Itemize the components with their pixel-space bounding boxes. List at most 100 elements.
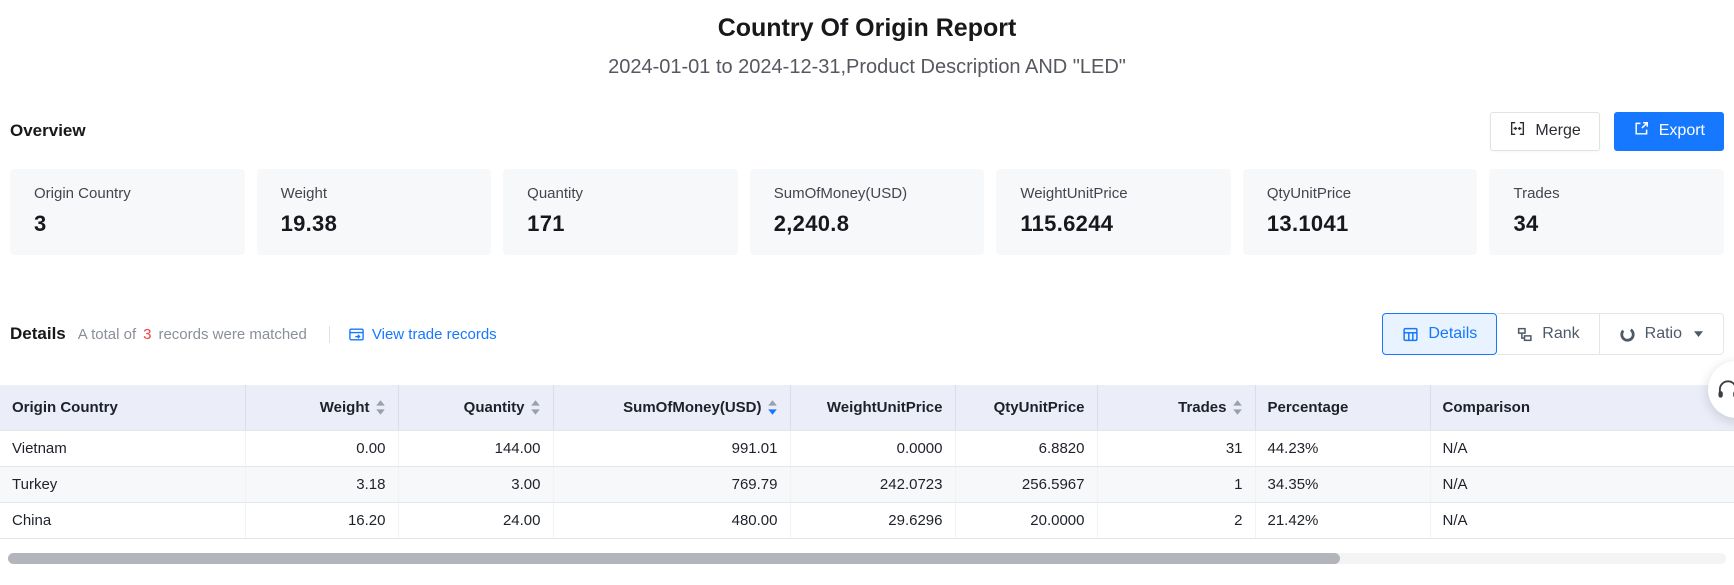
trade-records-icon [348,326,365,343]
cell-sumofmoney-usd: 480.00 [553,502,790,538]
card-label: Weight [281,185,468,202]
page-title: Country Of Origin Report [0,0,1734,43]
column-label: Trades [1178,399,1226,416]
records-count: 3 [143,326,151,343]
column-label: SumOfMoney(USD) [623,399,761,416]
card-value: 34 [1513,211,1700,237]
cell-sumofmoney-usd: 769.79 [553,466,790,502]
records-total-suffix: records were matched [158,326,306,343]
table-row-china: China16.2024.00480.0029.629620.0000221.4… [0,502,1734,538]
cell-trades: 31 [1097,430,1255,466]
column-label: Weight [320,399,370,416]
cell-comparison: N/A [1430,502,1734,538]
scrollbar-thumb[interactable] [8,553,1340,564]
overview-card-weightunitprice: WeightUnitPrice115.6244 [996,169,1231,255]
card-label: SumOfMoney(USD) [774,185,961,202]
column-label: Quantity [464,399,525,416]
cell-weightunitprice: 29.6296 [790,502,955,538]
card-value: 13.1041 [1267,211,1454,237]
overview-card-quantity: Quantity 171 [503,169,738,255]
column-header-trades[interactable]: Trades [1097,385,1255,430]
cell-percentage: 21.42% [1255,502,1430,538]
details-summary: Details A total of 3 records were matche… [10,324,497,344]
card-value: 2,240.8 [774,211,961,237]
overview-bar: Overview Merge Export [10,109,1724,153]
cell-percentage: 44.23% [1255,430,1430,466]
overview-card-trades: Trades 34 [1489,169,1724,255]
details-heading: Details [10,324,66,344]
sort-icon[interactable] [375,399,386,416]
column-label: Origin Country [12,399,118,416]
view-trade-records-label: View trade records [372,326,497,343]
cell-weight: 0.00 [245,430,398,466]
view-tab-details[interactable]: Details [1382,313,1497,355]
card-label: Trades [1513,185,1700,202]
overview-card-origin-country: Origin Country3 [10,169,245,255]
column-label: QtyUnitPrice [994,399,1085,416]
cell-quantity: 3.00 [398,466,553,502]
column-header-sumofmoney-usd[interactable]: SumOfMoney(USD) [553,385,790,430]
ratio-donut-icon [1619,326,1636,343]
cell-sumofmoney-usd: 991.01 [553,430,790,466]
card-value: 19.38 [281,211,468,237]
chevron-down-icon [1691,330,1704,338]
export-button-label: Export [1659,122,1705,140]
tab-label: Details [1428,325,1477,343]
card-label: Quantity [527,185,714,202]
table-row-turkey: Turkey3.183.00769.79242.0723256.5967134.… [0,466,1734,502]
column-header-quantity[interactable]: Quantity [398,385,553,430]
sort-icon[interactable] [767,399,778,416]
horizontal-scrollbar[interactable] [8,553,1726,564]
cell-trades: 1 [1097,466,1255,502]
sort-icon[interactable] [1232,399,1243,416]
cell-comparison: N/A [1430,466,1734,502]
column-label: WeightUnitPrice [827,399,943,416]
view-tab-rank[interactable]: Rank [1497,313,1599,355]
sort-icon[interactable] [530,399,541,416]
column-header-percentage: Percentage [1255,385,1430,430]
export-button[interactable]: Export [1614,112,1724,151]
card-label: QtyUnitPrice [1267,185,1454,202]
overview-card-sumofmoney-usd: SumOfMoney(USD) 2,240.8 [750,169,985,255]
merge-button[interactable]: Merge [1490,112,1599,151]
cell-weight: 16.20 [245,502,398,538]
view-tab-ratio[interactable]: Ratio [1600,313,1724,355]
cell-comparison: N/A [1430,430,1734,466]
column-label: Percentage [1268,399,1349,416]
report-subtitle: 2024-01-01 to 2024-12-31,Product Descrip… [0,56,1734,79]
table-row-vietnam: Vietnam0.00144.00991.010.00006.88203144.… [0,430,1734,466]
column-header-weightunitprice: WeightUnitPrice [790,385,955,430]
cell-origin-country: China [0,502,245,538]
cell-qtyunitprice: 20.0000 [955,502,1097,538]
export-icon [1633,120,1650,142]
table-header-row: Origin Country Weight Quantity SumOfMoney(U… [0,385,1734,430]
cell-origin-country: Turkey [0,466,245,502]
origin-country-table: Origin Country Weight Quantity SumOfMoney(U… [0,385,1734,539]
tab-label: Rank [1542,325,1579,343]
column-header-comparison: Comparison [1430,385,1734,430]
overview-cards: Origin Country3 Weight 19.38 Quantity 171 Sum… [10,169,1724,255]
cell-weightunitprice: 242.0723 [790,466,955,502]
card-value: 171 [527,211,714,237]
column-header-qtyunitprice: QtyUnitPrice [955,385,1097,430]
cell-weight: 3.18 [245,466,398,502]
column-header-origin-country: Origin Country [0,385,245,430]
view-mode-tabs: Details Rank Ratio [1382,313,1724,355]
overview-actions: Merge Export [1490,112,1724,151]
cell-quantity: 24.00 [398,502,553,538]
cell-qtyunitprice: 256.5967 [955,466,1097,502]
view-trade-records-link[interactable]: View trade records [348,326,497,343]
tab-label: Ratio [1645,325,1682,343]
column-header-weight[interactable]: Weight [245,385,398,430]
cell-weightunitprice: 0.0000 [790,430,955,466]
table-grid-icon [1402,326,1419,343]
overview-card-qtyunitprice: QtyUnitPrice 13.1041 [1243,169,1478,255]
cell-origin-country: Vietnam [0,430,245,466]
cell-quantity: 144.00 [398,430,553,466]
overview-heading: Overview [10,121,86,141]
card-value: 3 [34,211,221,237]
cell-qtyunitprice: 6.8820 [955,430,1097,466]
merge-icon [1509,120,1526,142]
vertical-divider [329,326,330,343]
records-total-prefix: A total of [78,326,136,343]
